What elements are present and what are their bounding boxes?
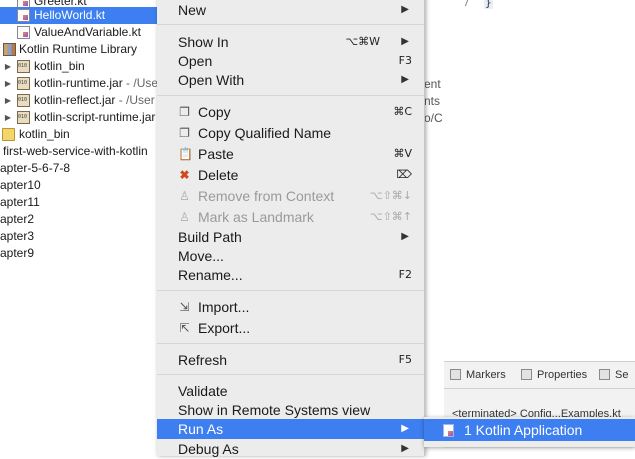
menu-item-debug-as[interactable]: Debug As ▶ bbox=[157, 439, 424, 459]
menu-item-move[interactable]: Move... bbox=[157, 246, 424, 266]
paste-icon: 📋 bbox=[178, 147, 193, 161]
menu-item-kotlin-application[interactable]: 1 Kotlin Application bbox=[424, 419, 635, 441]
properties-icon bbox=[521, 369, 532, 380]
menu-separator bbox=[157, 24, 424, 25]
menu-item-copy[interactable]: ❐ Copy ⌘C bbox=[157, 102, 424, 122]
menu-item-copy-qualified-name[interactable]: ❐ Copy Qualified Name bbox=[157, 123, 424, 143]
menu-item-mark-as-landmark[interactable]: ♙ Mark as Landmark ⌥⇧⌘↑ bbox=[157, 207, 424, 227]
kotlin-file-icon bbox=[443, 424, 454, 437]
kotlin-file-icon bbox=[17, 9, 30, 22]
menu-item-import[interactable]: ⇲ Import... bbox=[157, 297, 424, 317]
delete-icon: ✖ bbox=[179, 168, 190, 182]
tab-properties[interactable]: Properties bbox=[521, 367, 587, 383]
copy-qualified-name-icon: ❐ bbox=[179, 126, 190, 140]
folder-icon bbox=[2, 128, 15, 141]
code-text: } bbox=[484, 0, 493, 9]
menu-item-build-path[interactable]: Build Path ▶ bbox=[157, 227, 424, 247]
copy-icon: ❐ bbox=[179, 105, 190, 119]
menu-item-rename[interactable]: Rename... F2 bbox=[157, 265, 424, 285]
divider bbox=[444, 388, 635, 389]
menu-item-refresh[interactable]: Refresh F5 bbox=[157, 350, 424, 370]
menu-separator bbox=[157, 95, 424, 96]
chevron-right-icon: ▶ bbox=[401, 423, 409, 434]
menu-item-paste[interactable]: 📋 Paste ⌘V bbox=[157, 144, 424, 164]
library-icon bbox=[3, 43, 16, 56]
menu-item-open[interactable]: Open F3 bbox=[157, 51, 424, 71]
menu-item-validate[interactable]: Validate bbox=[157, 381, 424, 401]
export-icon: ⇱ bbox=[179, 321, 190, 335]
menu-item-open-with[interactable]: Open With ▶ bbox=[157, 70, 424, 90]
jar-icon bbox=[17, 111, 30, 124]
editor-peek-text: nts bbox=[424, 94, 441, 108]
servers-icon bbox=[599, 369, 610, 380]
tab-markers[interactable]: Markers bbox=[450, 367, 506, 383]
context-menu: New ▶ Show In ⌥⌘W ▶ Open F3 Open With ▶ … bbox=[157, 0, 425, 459]
import-icon: ⇲ bbox=[179, 300, 190, 314]
menu-item-show-in-remote-systems[interactable]: Show in Remote Systems view bbox=[157, 400, 424, 420]
editor-peek-text: o/C bbox=[424, 111, 443, 125]
line-number: 7 bbox=[463, 0, 470, 9]
menu-separator bbox=[157, 374, 424, 375]
menu-separator bbox=[157, 343, 424, 344]
menu-item-delete[interactable]: ✖ Delete ⌦ bbox=[157, 165, 424, 185]
chevron-right-icon: ▶ bbox=[401, 74, 409, 85]
run-as-submenu: 1 Kotlin Application bbox=[424, 417, 635, 447]
editor-area[interactable] bbox=[440, 0, 635, 360]
remove-context-icon: ♙ bbox=[179, 189, 190, 203]
menu-item-show-in[interactable]: Show In ⌥⌘W ▶ bbox=[157, 32, 424, 52]
chevron-right-icon: ▶ bbox=[401, 231, 409, 242]
menu-item-new[interactable]: New ▶ bbox=[157, 0, 424, 20]
menu-item-export[interactable]: ⇱ Export... bbox=[157, 318, 424, 338]
kotlin-file-icon bbox=[17, 26, 30, 39]
chevron-down-icon[interactable]: ▼ bbox=[0, 41, 2, 58]
chevron-right-icon: ▶ bbox=[401, 443, 409, 454]
jar-icon bbox=[17, 77, 30, 90]
jar-icon bbox=[17, 94, 30, 107]
chevron-right-icon[interactable]: ▶ bbox=[4, 75, 12, 92]
chevron-right-icon[interactable]: ▶ bbox=[4, 92, 12, 109]
menu-item-run-as[interactable]: Run As ▶ bbox=[157, 419, 424, 439]
chevron-right-icon: ▶ bbox=[401, 4, 409, 15]
chevron-right-icon[interactable]: ▶ bbox=[4, 58, 12, 75]
tab-servers[interactable]: Se bbox=[599, 367, 628, 383]
menu-item-remove-from-context[interactable]: ♙ Remove from Context ⌥⇧⌘↓ bbox=[157, 186, 424, 206]
jar-icon bbox=[17, 60, 30, 73]
markers-icon bbox=[450, 369, 461, 380]
editor-peek-text: ent bbox=[424, 77, 441, 91]
chevron-right-icon[interactable]: ▶ bbox=[4, 109, 12, 126]
chevron-right-icon: ▶ bbox=[401, 36, 409, 47]
landmark-icon: ♙ bbox=[179, 210, 190, 224]
menu-separator bbox=[157, 290, 424, 291]
project-explorer-tree: Greeter.kt HelloWorld.kt ValueAndVariabl… bbox=[0, 0, 160, 447]
tree-item-helloworld[interactable]: HelloWorld.kt bbox=[0, 7, 160, 24]
